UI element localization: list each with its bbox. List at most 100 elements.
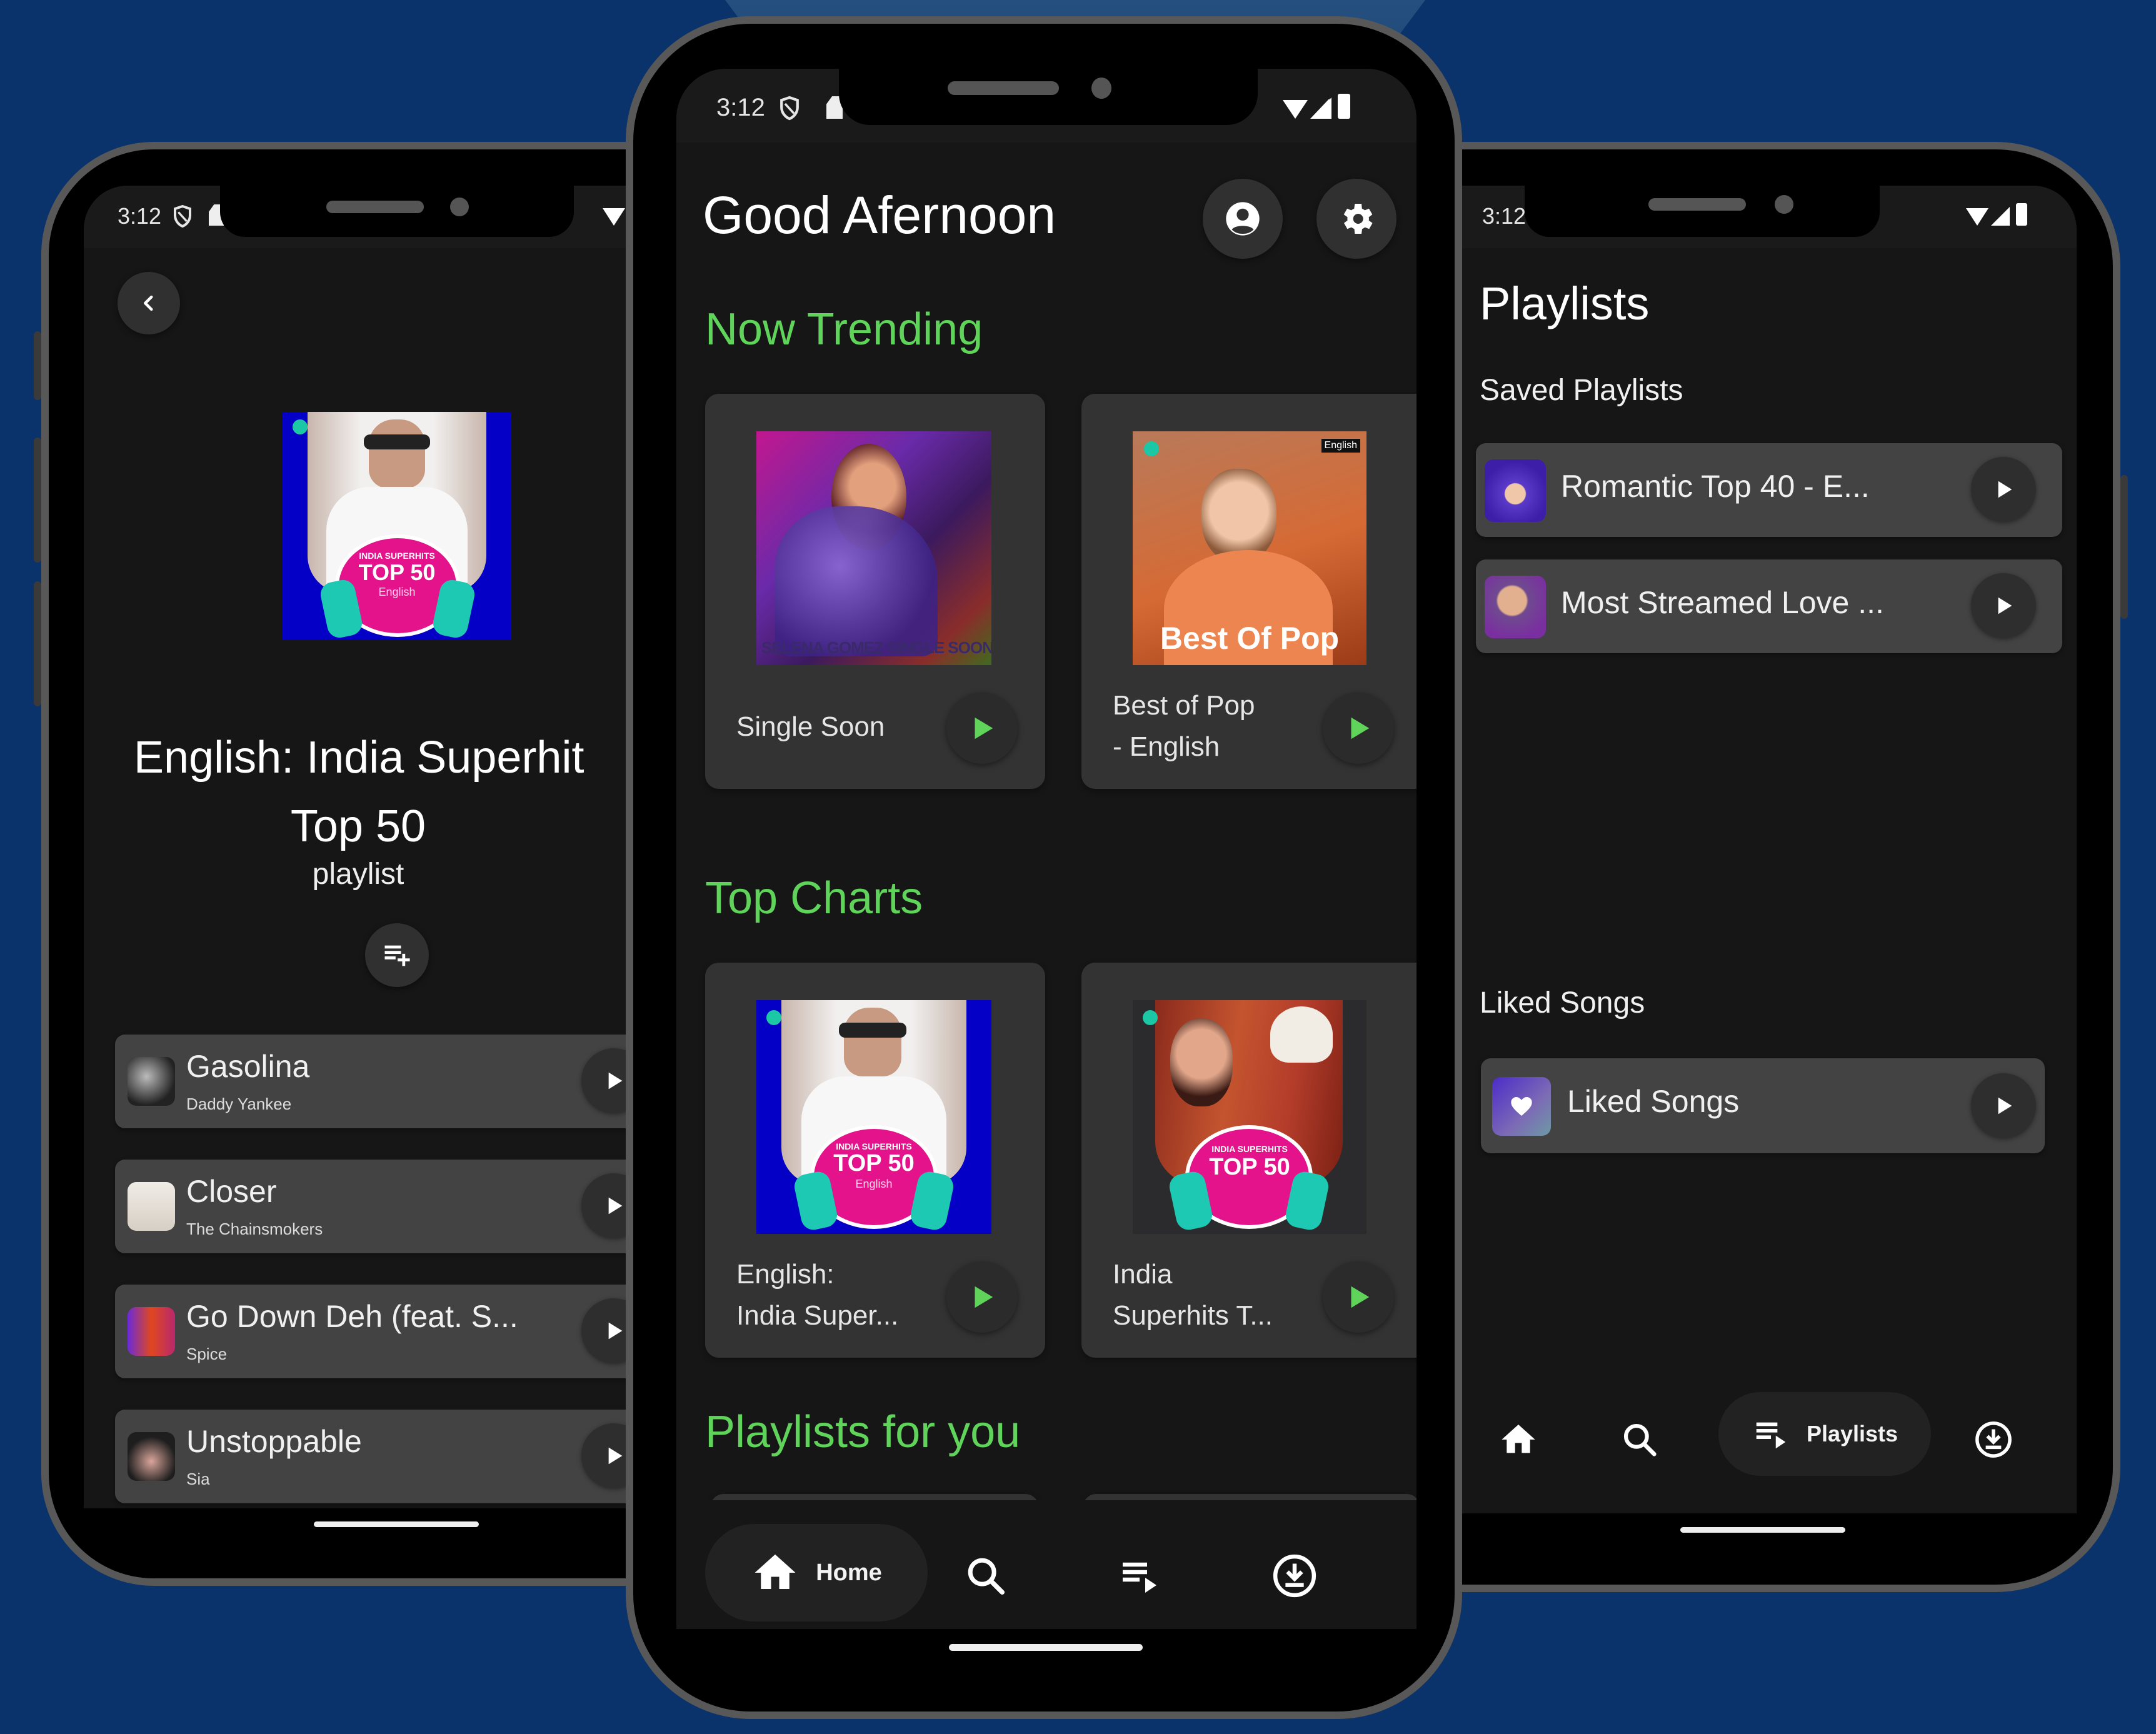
home-indicator <box>949 1644 1143 1651</box>
play-icon <box>608 1072 623 1090</box>
add-to-queue-button[interactable] <box>365 923 429 987</box>
nav-search[interactable] <box>1608 1408 1671 1471</box>
album-art-text: Best Of Pop <box>1160 621 1340 656</box>
playlists-for-you-heading: Playlists for you <box>705 1407 1021 1457</box>
playlist-thumbnail <box>1485 459 1546 522</box>
nav-label: Playlists <box>1806 1421 1898 1446</box>
camera-notch <box>220 186 574 237</box>
brand-logo-icon <box>1144 441 1159 456</box>
cover-badge-text: INDIA SUPERHITS <box>1211 1144 1288 1154</box>
nav-downloads[interactable] <box>1962 1408 2025 1471</box>
signal-icon <box>1310 98 1331 119</box>
play-icon <box>975 1286 993 1308</box>
cover-language: English <box>855 1178 893 1190</box>
song-row[interactable]: Unstoppable Sia <box>115 1410 634 1503</box>
song-row[interactable]: Gasolina Daddy Yankee <box>115 1035 634 1128</box>
profile-button[interactable] <box>1203 179 1283 259</box>
camera-notch <box>1525 186 1880 237</box>
nav-playlists[interactable] <box>1105 1541 1174 1610</box>
play-icon <box>1998 481 2012 498</box>
album-art-tag: English <box>1321 439 1360 453</box>
liked-songs-row[interactable]: Liked Songs <box>1481 1058 2045 1153</box>
saved-playlists-heading: Saved Playlists <box>1480 374 1683 407</box>
nav-label: Home <box>816 1559 882 1586</box>
album-art: INDIA SUPERHITS TOP 50 <box>1133 1000 1366 1234</box>
playlist-title-line2: Top 50 <box>290 801 426 851</box>
brand-logo-icon <box>293 419 308 434</box>
play-button[interactable] <box>946 1261 1018 1333</box>
back-button[interactable] <box>118 272 180 334</box>
play-button[interactable] <box>1971 573 2036 638</box>
search-icon <box>1623 1423 1657 1456</box>
left-phone-side-button <box>34 438 41 563</box>
shield-icon <box>173 204 193 231</box>
account-circle-icon <box>1226 202 1260 236</box>
bottom-nav: Playlists <box>1462 1373 2077 1513</box>
chart-card[interactable]: INDIA SUPERHITS TOP 50 India Superhits T… <box>1081 963 1416 1358</box>
play-icon <box>608 1447 623 1465</box>
song-row[interactable]: Closer The Chainsmokers <box>115 1160 634 1253</box>
nav-search[interactable] <box>951 1541 1020 1610</box>
play-icon <box>608 1322 623 1340</box>
play-button[interactable] <box>1971 1073 2036 1138</box>
saved-playlist-row[interactable]: Romantic Top 40 - E... <box>1476 443 2062 537</box>
play-button[interactable] <box>1323 693 1394 764</box>
song-artist: Spice <box>186 1345 228 1363</box>
song-thumbnail <box>128 1307 175 1356</box>
song-artist: Daddy Yankee <box>186 1095 292 1113</box>
cover-language: English <box>378 586 416 598</box>
play-icon <box>1351 1286 1370 1308</box>
heart-icon <box>1511 1097 1532 1116</box>
left-phone-side-button <box>34 581 41 706</box>
playlist-title-line1: English: India Superhit <box>134 733 584 783</box>
nav-downloads[interactable] <box>1260 1541 1329 1610</box>
status-time: 3:12 <box>118 203 162 229</box>
trending-card[interactable]: SELENA GOMEZ SINGLE SOON Single Soon <box>705 394 1045 789</box>
right-phone-screen: 3:12 Playlists Saved Playlists Romantic … <box>1462 186 2077 1513</box>
song-artist: Sia <box>186 1470 210 1488</box>
play-button[interactable] <box>1323 1261 1394 1333</box>
play-button[interactable] <box>946 693 1018 764</box>
song-thumbnail <box>128 1432 175 1481</box>
right-phone-side-button <box>2120 475 2128 619</box>
trending-card[interactable]: English Best Of Pop Best of Pop - Englis… <box>1081 394 1416 789</box>
saved-playlist-row[interactable]: Most Streamed Love ... <box>1476 559 2062 653</box>
album-art: INDIA SUPERHITS TOP 50 English <box>756 1000 991 1234</box>
chart-card[interactable]: INDIA SUPERHITS TOP 50 English English: … <box>705 963 1045 1358</box>
song-title: Closer <box>186 1174 277 1209</box>
signal-icon <box>1991 207 2010 226</box>
wifi-icon <box>1966 208 1988 226</box>
song-title: Gasolina <box>186 1049 310 1084</box>
camera-notch <box>839 69 1258 125</box>
song-artist: The Chainsmokers <box>186 1220 323 1238</box>
chevron-left-icon <box>144 295 153 311</box>
card-title-line2: - English <box>1113 731 1220 762</box>
song-row[interactable]: Go Down Deh (feat. S... Spice <box>115 1285 634 1378</box>
center-phone-screen: 3:12 Good Afernoon Now Trending SELENA G… <box>676 69 1416 1629</box>
settings-button[interactable] <box>1316 179 1396 259</box>
nav-home-active[interactable]: Home <box>705 1524 928 1621</box>
liked-songs-thumbnail <box>1492 1077 1551 1136</box>
play-icon <box>975 717 993 739</box>
playlist-title: English: India Superhit <box>84 723 634 792</box>
song-thumbnail <box>128 1182 175 1231</box>
home-indicator <box>1680 1527 1845 1533</box>
playlist-title: Romantic Top 40 - E... <box>1561 469 1870 504</box>
home-icon <box>755 1554 796 1589</box>
play-icon <box>1998 597 2012 614</box>
playlist-type-label: playlist <box>312 858 404 891</box>
playlist-thumbnail <box>1485 576 1546 638</box>
album-art: English Best Of Pop <box>1133 431 1366 665</box>
playlist-play-icon <box>1756 1422 1786 1449</box>
nav-home[interactable] <box>1487 1408 1550 1471</box>
playlist-play-icon <box>1123 1562 1156 1593</box>
battery-icon <box>2016 203 2027 226</box>
page-title: Playlists <box>1480 278 1650 329</box>
nav-playlists-active[interactable]: Playlists <box>1718 1392 1931 1476</box>
play-icon <box>1998 1097 2012 1115</box>
play-button[interactable] <box>1971 457 2036 522</box>
left-phone-side-button <box>34 331 41 400</box>
search-icon <box>968 1558 1005 1595</box>
liked-songs-title: Liked Songs <box>1567 1084 1740 1119</box>
brand-logo-icon <box>1143 1010 1158 1025</box>
